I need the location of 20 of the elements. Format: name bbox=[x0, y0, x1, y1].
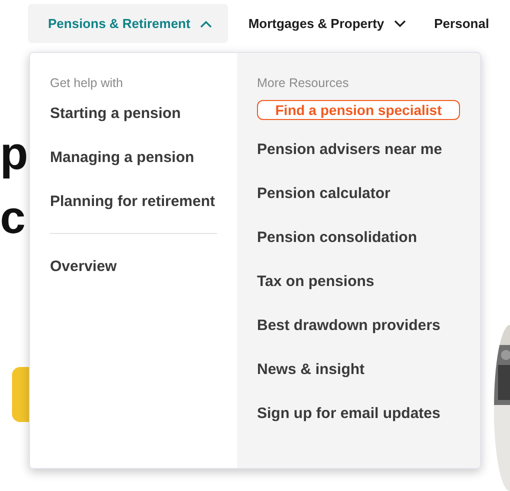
nav-tab[interactable]: Mortgages & Property bbox=[228, 4, 422, 43]
nav-tab[interactable]: Personal bbox=[422, 4, 490, 43]
chevron-up-icon bbox=[200, 20, 212, 28]
menu-link[interactable]: News & insight bbox=[257, 361, 365, 379]
menu-link[interactable]: Best drawdown providers bbox=[257, 317, 440, 335]
menu-link[interactable]: Starting a pension bbox=[50, 105, 181, 123]
nav-tab[interactable]: Pensions & Retirement bbox=[28, 4, 228, 43]
menu-link[interactable]: Overview bbox=[50, 258, 117, 276]
chevron-down-icon bbox=[394, 20, 406, 28]
hero-heading: p bbox=[0, 126, 28, 181]
section-heading: Get help with bbox=[50, 75, 124, 91]
menu-link[interactable]: Managing a pension bbox=[50, 149, 194, 167]
hero-heading: c bbox=[0, 190, 26, 245]
menu-link[interactable]: Tax on pensions bbox=[257, 273, 374, 291]
menu-link[interactable]: Pension advisers near me bbox=[257, 141, 442, 159]
section-heading: More Resources bbox=[257, 75, 350, 91]
menu-link[interactable]: Pension consolidation bbox=[257, 229, 418, 247]
menu-link[interactable]: Sign up for email updates bbox=[257, 405, 440, 423]
menu-link[interactable]: Pension calculator bbox=[257, 185, 390, 203]
menu-link[interactable]: Planning for retirement bbox=[50, 193, 216, 211]
